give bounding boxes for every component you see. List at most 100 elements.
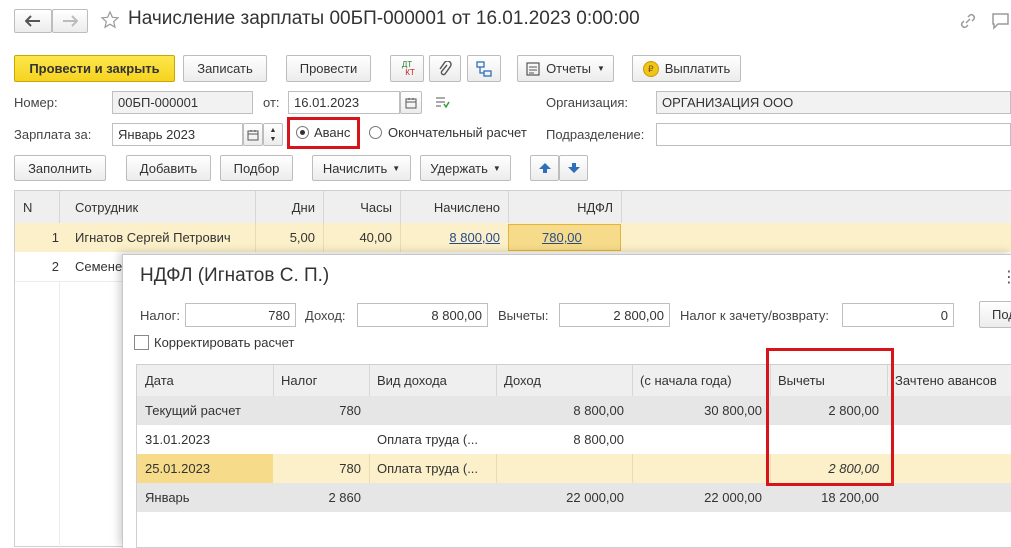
back-button[interactable] [14,9,52,33]
deductions-label: Вычеты: [498,308,549,323]
income-cell: 8 800,00 [573,432,624,447]
date-from-label: от: [263,95,280,110]
calendar-icon [405,97,417,108]
header-hours[interactable]: Часы [323,191,400,223]
header-ytd[interactable]: (с начала года) [632,365,770,396]
link-icon[interactable] [958,12,978,30]
deductions-cell: 18 200,00 [821,490,879,505]
correct-checkbox[interactable]: Корректировать расчет [134,335,294,350]
advances-cell [887,396,1011,425]
arrow-down-icon [567,163,580,173]
post-and-close-button[interactable]: Провести и закрыть [14,55,175,82]
deduct-label: Удержать [430,160,488,176]
calendar-icon [247,129,259,140]
department-field[interactable] [656,123,1011,146]
tax-cell: 780 [339,403,361,418]
paperclip-icon [439,60,452,75]
radio-final[interactable]: Окончательный расчет [369,125,527,140]
employee-cell[interactable]: Игнатов Сергей Петрович [67,223,255,252]
history-icon[interactable] [434,96,450,110]
department-label: Подразделение: [546,127,645,142]
deductions-field[interactable]: 2 800,00 [559,303,670,327]
header-ndfl[interactable]: НДФЛ [508,191,621,223]
structure-button[interactable] [467,55,501,82]
attach-button[interactable] [429,55,461,82]
date-cell: 25.01.2023 [137,454,273,483]
add-button[interactable]: Добавить [126,155,211,181]
tax-field[interactable]: 780 [185,303,296,327]
number-field[interactable]: 00БП-000001 [112,91,253,114]
advances-cell [887,454,1011,483]
chevron-down-icon: ▼ [392,163,401,173]
reports-label: Отчеты [546,61,591,76]
period-calendar-button[interactable] [243,123,263,146]
kind-cell [369,396,496,425]
income-field[interactable]: 8 800,00 [357,303,488,327]
header-accrued[interactable]: Начислено [400,191,508,223]
kind-cell: Оплата труда (... [377,461,479,476]
deductions-highlight-frame [766,348,894,486]
arrow-up-icon [538,163,551,173]
hours-cell[interactable]: 40,00 [323,223,400,252]
radio-unchecked-icon [369,126,382,139]
radio-advance-label: Аванс [314,125,351,140]
coin-icon: ₽ [642,60,659,77]
header-advances[interactable]: Зачтено авансов [887,365,1011,396]
fill-button[interactable]: Заполнить [14,155,106,181]
income-cell: 8 800,00 [573,403,624,418]
structure-icon [476,60,492,77]
tax-cell [273,425,369,454]
dt-kt-button[interactable]: ДТ КТ [390,55,424,82]
header-income-kind[interactable]: Вид дохода [369,365,496,396]
header-employee[interactable]: Сотрудник [67,191,255,223]
table-row[interactable]: 1 Игнатов Сергей Петрович 5,00 40,00 8 8… [15,223,1011,252]
income-cell [496,454,632,483]
window-title: Начисление зарплаты 00БП-000001 от 16.01… [128,8,640,29]
deduct-button[interactable]: Удержать ▼ [420,155,511,181]
ytd-cell [632,454,770,483]
salary-period-field[interactable]: Январь 2023 [112,123,243,146]
ytd-cell: 22 000,00 [704,490,762,505]
advances-cell [887,483,1011,512]
arrow-right-icon [63,15,78,27]
chevron-down-icon: ▼ [597,64,605,73]
post-button[interactable]: Провести [286,55,371,82]
calendar-button[interactable] [400,91,422,114]
reports-button[interactable]: Отчеты ▼ [517,55,614,82]
tax-label: Налог: [140,308,180,323]
radio-checked-icon [296,126,309,139]
organization-label: Организация: [546,95,629,110]
pay-label: Выплатить [664,61,731,76]
pay-button[interactable]: ₽ Выплатить [632,55,741,82]
popup-title: НДФЛ (Игнатов С. П.) [140,265,330,286]
popup-cut-button[interactable]: Под [979,301,1011,328]
radio-advance[interactable]: Аванс [296,125,350,140]
pick-button[interactable]: Подбор [220,155,293,181]
tax-offset-label: Налог к зачету/возврату: [680,308,830,323]
header-income[interactable]: Доход [496,365,632,396]
header-tax[interactable]: Налог [273,365,369,396]
tax-offset-field[interactable]: 0 [842,303,954,327]
report-icon [526,61,540,76]
row-number: 1 [51,230,59,245]
date-field[interactable]: 16.01.2023 [288,91,400,114]
move-down-button[interactable] [559,155,588,181]
ndfl-row[interactable]: Январь 2 860 22 000,00 22 000,00 18 200,… [137,483,1011,512]
save-button[interactable]: Записать [183,55,267,82]
chevron-down-icon: ▼ [492,163,501,173]
more-menu-icon[interactable]: ⋮ [1001,267,1011,287]
header-n[interactable]: N [15,191,59,223]
period-stepper[interactable]: ▲ ▼ [263,123,283,146]
star-icon[interactable] [100,10,120,30]
ytd-cell [632,425,770,454]
days-cell[interactable]: 5,00 [255,223,323,252]
organization-field[interactable]: ОРГАНИЗАЦИЯ ООО [656,91,1011,114]
accrued-cell[interactable]: 8 800,00 [400,223,508,252]
move-up-button[interactable] [530,155,559,181]
ndfl-cell[interactable]: 780,00 [508,224,621,251]
forward-button[interactable] [52,9,88,33]
header-date[interactable]: Дата [137,365,273,396]
accrue-button[interactable]: Начислить ▼ [312,155,411,181]
chat-icon[interactable] [990,12,1011,30]
header-days[interactable]: Дни [255,191,323,223]
